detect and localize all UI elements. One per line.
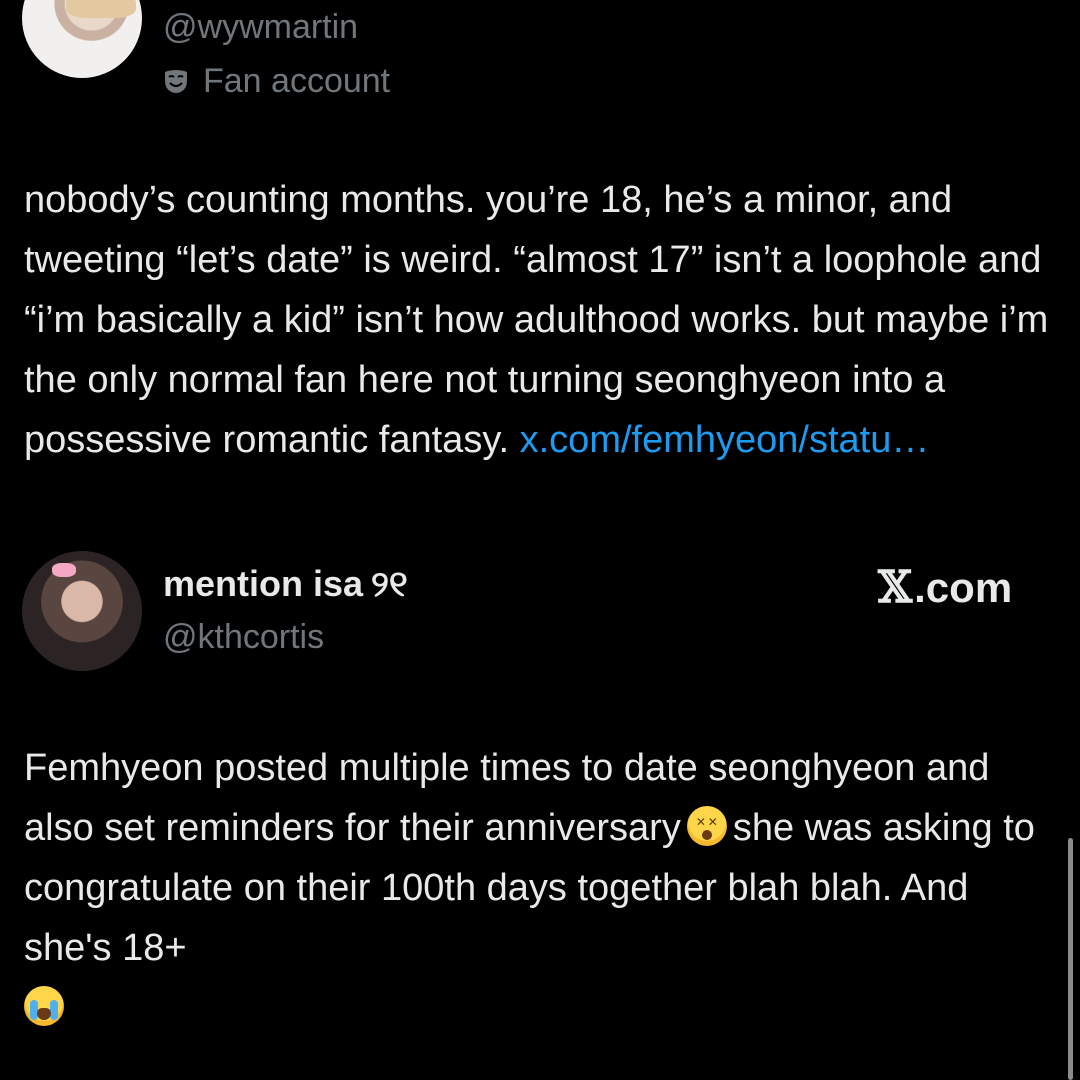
dizzy-face-emoji: ✕ ✕ (686, 806, 727, 846)
tweet-text-2: Femhyeon posted multiple times to date s… (24, 738, 1054, 1038)
display-name-suffix: ୨୧ (371, 563, 408, 604)
fan-account-label: Fan account (163, 64, 390, 98)
avatar-bow (52, 563, 76, 577)
x-logo-icon: 𝕏 (878, 562, 913, 613)
avatar-kthcortis[interactable] (22, 551, 142, 671)
x-com-watermark: 𝕏 .com (878, 566, 1012, 610)
display-name[interactable]: mention isa ୨୧ (163, 566, 408, 602)
user-handle-2[interactable]: @kthcortis (163, 620, 324, 654)
theater-mask-icon (165, 70, 187, 93)
display-name-text: mention isa (163, 563, 364, 604)
tweet-link[interactable]: x.com/femhyeon/statu… (520, 419, 930, 461)
loudly-crying-emoji (24, 986, 64, 1026)
user-handle[interactable]: @wywmartin (163, 10, 358, 44)
avatar-hair (66, 0, 136, 18)
tweet-text: nobody’s counting months. you’re 18, he’… (24, 170, 1054, 470)
scrollbar[interactable] (1068, 838, 1073, 1080)
avatar-wywmartin[interactable] (22, 0, 142, 78)
fan-account-text: Fan account (203, 62, 391, 100)
x-com-text: .com (914, 564, 1013, 611)
